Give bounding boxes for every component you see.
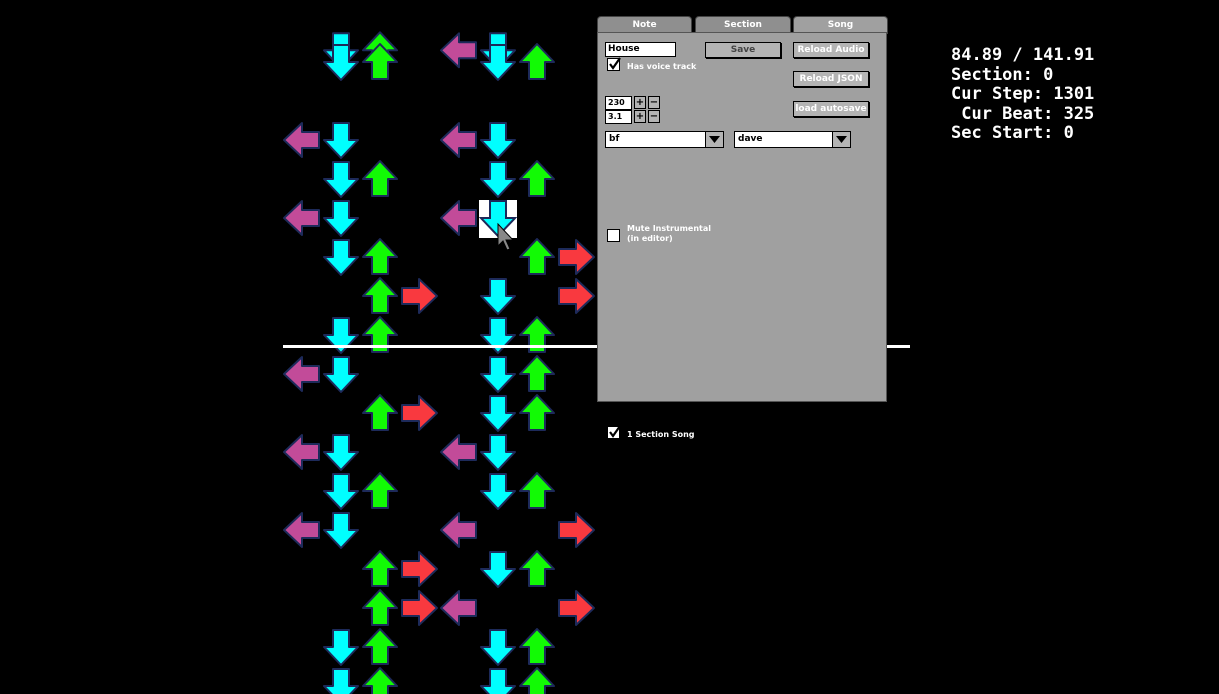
note-left-arrow-icon[interactable] (283, 200, 320, 236)
note-right-arrow-icon[interactable] (558, 239, 595, 275)
tab-section[interactable]: Section (695, 16, 791, 33)
note-down-arrow-icon[interactable] (323, 239, 359, 276)
section-readout: Section: 0 (951, 64, 1054, 85)
note-up-arrow-icon[interactable] (519, 472, 555, 509)
section-song-label: 1 Section Song (627, 430, 695, 439)
tab-note[interactable]: Note (597, 16, 692, 33)
note-up-arrow-icon[interactable] (519, 238, 555, 275)
note-up-arrow-icon[interactable] (362, 589, 398, 626)
note-up-arrow-icon[interactable] (362, 394, 398, 431)
note-left-arrow-icon[interactable] (440, 122, 477, 158)
reload-json-button[interactable]: Reload JSON (793, 71, 869, 87)
note-right-arrow-icon[interactable] (558, 590, 595, 626)
note-down-arrow-icon[interactable] (323, 356, 359, 393)
note-up-arrow-icon[interactable] (519, 550, 555, 587)
note-down-arrow-icon[interactable] (480, 161, 516, 198)
note-right-arrow-icon[interactable] (558, 512, 595, 548)
section-song-checkbox[interactable] (607, 425, 621, 439)
note-down-arrow-icon[interactable] (323, 200, 359, 237)
note-up-arrow-icon[interactable] (362, 238, 398, 275)
note-up-arrow-icon[interactable] (362, 667, 398, 694)
note-left-arrow-icon[interactable] (283, 512, 320, 548)
reload-audio-button[interactable]: Reload Audio (793, 42, 869, 58)
speed-plus-button[interactable]: + (634, 110, 646, 123)
load-autosave-button[interactable]: load autosave (793, 101, 869, 117)
note-down-arrow-icon[interactable] (480, 629, 516, 666)
note-down-arrow-icon[interactable] (480, 668, 516, 694)
player2-value: dave (738, 134, 763, 144)
note-right-arrow-icon[interactable] (401, 551, 438, 587)
note-left-arrow-icon[interactable] (440, 32, 477, 69)
bpm-stepper-input[interactable]: 230 (605, 96, 632, 110)
beat-readout: Cur Beat: 325 (951, 103, 1095, 124)
mute-label-line2: (in editor) (627, 234, 673, 243)
bpm-plus-button[interactable]: + (634, 96, 646, 109)
note-up-arrow-icon[interactable] (519, 355, 555, 392)
voice-track-label: Has voice track (627, 62, 697, 71)
note-up-arrow-icon[interactable] (519, 394, 555, 431)
note-left-arrow-icon[interactable] (440, 590, 477, 626)
note-left-arrow-icon[interactable] (440, 512, 477, 548)
step-readout: Cur Step: 1301 (951, 84, 1095, 104)
player2-dropdown[interactable]: dave (734, 131, 851, 148)
note-down-arrow-icon[interactable] (323, 161, 359, 198)
mute-instrumental-checkbox[interactable] (607, 229, 620, 242)
note-down-arrow-icon[interactable] (480, 434, 516, 471)
note-down-arrow-icon[interactable] (323, 629, 359, 666)
note-left-arrow-icon[interactable] (283, 434, 320, 470)
note-down-arrow-icon[interactable] (323, 122, 359, 159)
speed-minus-button[interactable]: − (648, 110, 660, 123)
speed-stepper-input[interactable]: 3.1 (605, 110, 632, 124)
note-up-arrow-icon[interactable] (519, 43, 555, 80)
sec-start-readout: Sec Start: 0 (951, 123, 1074, 143)
checkmark-icon (609, 57, 621, 70)
note-up-arrow-icon[interactable] (362, 160, 398, 197)
song-info-readout: 84.89 / 141.91 Section: 0 Cur Step: 1301… (951, 45, 1095, 144)
mute-label-line1: Mute Instrumental (627, 224, 712, 233)
note-up-arrow-icon[interactable] (519, 628, 555, 665)
note-left-arrow-icon[interactable] (440, 200, 477, 236)
note-down-arrow-icon[interactable] (480, 278, 516, 315)
note-down-arrow-icon[interactable] (323, 512, 359, 549)
note-right-arrow-icon[interactable] (401, 278, 438, 314)
note-down-arrow-icon[interactable] (480, 122, 516, 159)
note-right-arrow-icon[interactable] (401, 590, 438, 626)
note-down-arrow-icon[interactable] (480, 395, 516, 432)
note-down-arrow-icon[interactable] (480, 551, 516, 588)
note-up-arrow-icon[interactable] (362, 550, 398, 587)
note-up-arrow-icon[interactable] (519, 160, 555, 197)
note-down-arrow-icon[interactable] (480, 356, 516, 393)
time-readout: 84.89 / 141.91 (951, 45, 1095, 65)
bpm-minus-button[interactable]: − (648, 96, 660, 109)
note-right-arrow-icon[interactable] (401, 395, 438, 431)
player1-value: bf (609, 134, 620, 144)
charting-panel (597, 32, 887, 402)
note-down-arrow-icon[interactable] (323, 668, 359, 694)
checkmark-icon (609, 425, 621, 438)
note-up-arrow-icon[interactable] (362, 472, 398, 509)
chevron-down-icon[interactable] (705, 132, 723, 147)
chevron-down-icon[interactable] (832, 132, 850, 147)
song-name-input[interactable]: House (605, 42, 676, 57)
note-up-arrow-icon[interactable] (362, 628, 398, 665)
note-down-arrow-icon[interactable] (323, 434, 359, 471)
note-left-arrow-icon[interactable] (440, 434, 477, 470)
note-up-arrow-icon[interactable] (519, 667, 555, 694)
voice-track-checkbox[interactable] (607, 57, 621, 71)
save-button[interactable]: Save (705, 42, 781, 58)
note-left-arrow-icon[interactable] (283, 356, 320, 392)
player1-dropdown[interactable]: bf (605, 131, 724, 148)
note-down-arrow-icon[interactable] (323, 473, 359, 510)
note-left-arrow-icon[interactable] (283, 122, 320, 158)
mute-instrumental-label: Mute Instrumental (in editor) (627, 224, 711, 244)
note-down-arrow-icon[interactable] (480, 473, 516, 510)
note-up-arrow-icon[interactable] (362, 277, 398, 314)
note-right-arrow-icon[interactable] (558, 278, 595, 314)
